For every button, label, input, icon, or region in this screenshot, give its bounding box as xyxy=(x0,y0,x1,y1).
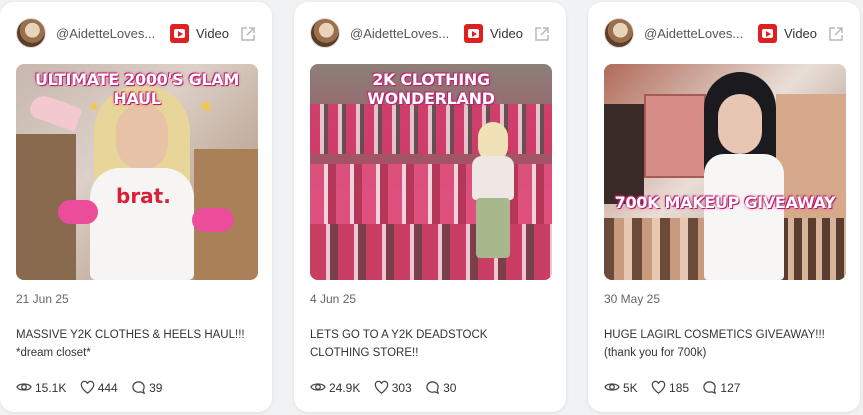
card-header: @AidetteLoves... Video xyxy=(16,18,258,48)
likes-count: 444 xyxy=(97,380,118,395)
comments-stat: 127 xyxy=(702,380,740,395)
video-thumbnail[interactable]: 2K CLOTHING WONDERLAND xyxy=(310,64,552,280)
video-thumbnail[interactable]: brat. ★ ★ ULTIMATE 2000'S GLAM HAUL xyxy=(16,64,258,280)
views-stat: 5K xyxy=(604,379,638,395)
post-stats: 15.1K 444 39 xyxy=(16,379,172,397)
youtube-icon xyxy=(758,24,777,43)
post-date: 30 May 25 xyxy=(604,292,661,306)
creator-handle[interactable]: @AidetteLoves... xyxy=(644,26,750,41)
comment-icon xyxy=(132,380,146,394)
heart-icon xyxy=(651,380,666,394)
post-card[interactable]: @AidetteLoves... Video brat. ★ ★ ULTIMAT… xyxy=(0,2,272,412)
thumbnail-overlay-text: ULTIMATE 2000'S GLAM HAUL xyxy=(34,70,240,108)
comments-count: 39 xyxy=(149,380,163,395)
post-date: 4 Jun 25 xyxy=(310,292,357,306)
comments-stat: 30 xyxy=(425,380,456,395)
eye-icon xyxy=(310,383,326,391)
post-type-label: Video xyxy=(196,26,230,41)
likes-stat: 303 xyxy=(374,380,412,395)
comments-count: 30 xyxy=(443,380,457,395)
post-type-label: Video xyxy=(490,26,524,41)
card-header: @AidetteLoves... Video xyxy=(310,18,552,48)
avatar[interactable] xyxy=(310,18,340,48)
comment-icon xyxy=(426,380,440,394)
avatar[interactable] xyxy=(604,18,634,48)
post-date: 21 Jun 25 xyxy=(16,292,69,306)
eye-icon xyxy=(16,383,32,391)
likes-count: 303 xyxy=(391,380,412,395)
likes-stat: 444 xyxy=(80,380,118,395)
post-title[interactable]: LETS GO TO A Y2K DEADSTOCK CLOTHING STOR… xyxy=(310,326,550,362)
external-link-icon[interactable] xyxy=(828,26,844,42)
views-count: 5K xyxy=(623,381,638,395)
post-card[interactable]: @AidetteLoves... Video 2K CLOTHING WONDE… xyxy=(294,2,566,412)
avatar[interactable] xyxy=(16,18,46,48)
thumbnail-overlay-text: 2K CLOTHING WONDERLAND xyxy=(367,70,495,108)
shirt-text: brat. xyxy=(116,184,171,208)
creator-handle[interactable]: @AidetteLoves... xyxy=(350,26,456,41)
heart-icon xyxy=(374,380,388,394)
views-stat: 24.9K xyxy=(310,379,360,395)
comment-icon xyxy=(703,380,717,394)
eye-icon xyxy=(604,383,620,391)
post-title[interactable]: MASSIVE Y2K CLOTHES & HEELS HAUL!!! *dre… xyxy=(16,326,256,362)
post-card[interactable]: @AidetteLoves... Video 700K MAKEUP GIVEA… xyxy=(588,2,860,412)
youtube-icon xyxy=(170,24,189,43)
external-link-icon[interactable] xyxy=(534,26,550,42)
views-count: 24.9K xyxy=(329,381,361,395)
youtube-icon xyxy=(464,24,483,43)
comments-count: 127 xyxy=(720,380,741,395)
thumbnail-overlay-text: 700K MAKEUP GIVEAWAY xyxy=(614,193,836,212)
heart-icon xyxy=(80,380,94,394)
views-stat: 15.1K xyxy=(16,379,66,395)
card-header: @AidetteLoves... Video xyxy=(604,18,846,48)
post-stats: 5K 185 127 xyxy=(604,379,750,397)
creator-handle[interactable]: @AidetteLoves... xyxy=(56,26,162,41)
likes-count: 185 xyxy=(669,380,690,395)
views-count: 15.1K xyxy=(35,381,67,395)
post-title[interactable]: HUGE LAGIRL COSMETICS GIVEAWAY!!! (thank… xyxy=(604,326,844,362)
external-link-icon[interactable] xyxy=(240,26,256,42)
comments-stat: 39 xyxy=(131,380,162,395)
video-thumbnail[interactable]: 700K MAKEUP GIVEAWAY xyxy=(604,64,846,280)
likes-stat: 185 xyxy=(651,380,689,395)
post-type-label: Video xyxy=(784,26,818,41)
post-stats: 24.9K 303 30 xyxy=(310,379,466,397)
